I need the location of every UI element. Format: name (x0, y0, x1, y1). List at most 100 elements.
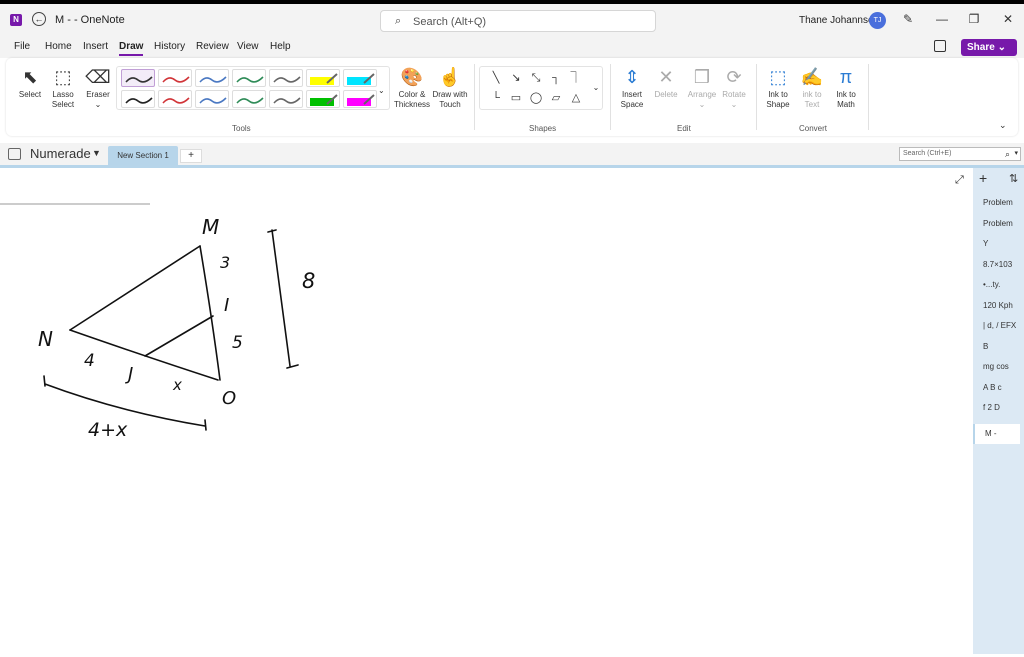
pen-swatch[interactable] (306, 90, 340, 108)
page-list-item[interactable]: Problem (983, 219, 1013, 228)
page-list-item[interactable]: 8.7×103 (983, 260, 1012, 269)
menu-view[interactable]: View (237, 41, 259, 52)
search-box[interactable]: ⌕ Search (Alt+Q) (380, 10, 656, 32)
ellipse-shape-icon[interactable]: ◯ (528, 91, 544, 105)
pen-swatch[interactable] (158, 69, 192, 87)
select-tool-button[interactable]: ⬉ Select (16, 64, 44, 100)
page-list-item[interactable]: •...ty. (983, 280, 1000, 289)
label-i: I (224, 295, 229, 316)
page-list-item[interactable]: | d, / EFX (983, 321, 1016, 330)
parallelogram-shape-icon[interactable]: ▱ (548, 91, 564, 105)
menu-draw[interactable]: Draw (119, 41, 144, 56)
ink-drawing: M N O I J 3 5 8 4 x 4+x (0, 203, 315, 441)
page-list-item[interactable]: A B c (983, 383, 1002, 392)
page-list-item[interactable]: f 2 D (983, 403, 1000, 412)
delete-button[interactable]: ✕ Delete (650, 64, 682, 100)
expand-icon[interactable]: ⤢ (955, 174, 964, 187)
draw-with-touch-button[interactable]: ☝ Draw with Touch (430, 64, 470, 110)
menu-history[interactable]: History (154, 41, 185, 52)
notebook-name[interactable]: Numerade (30, 146, 91, 161)
ink-to-text-button[interactable]: ✍ ink to Text (796, 64, 828, 110)
page-list-item[interactable]: mg cos (983, 362, 1009, 371)
chevron-down-icon: ⌄ (997, 42, 1006, 53)
notebook-icon[interactable] (8, 148, 21, 160)
arrange-button[interactable]: ❒ Arrange ⌄ (684, 64, 720, 110)
shapes-gallery: ╲ ↘ ⤡ ┐ ⏋ └ ▭ ◯ ▱ △ ⌄ (479, 66, 603, 110)
notebooks-icon[interactable] (934, 40, 946, 52)
pen-swatch[interactable] (121, 90, 155, 108)
ink-to-math-label-1: Ink to (836, 90, 856, 99)
insert-space-button[interactable]: ⇕ Insert Space (616, 64, 648, 110)
page-list-item[interactable]: 120 Kph (983, 301, 1013, 310)
avatar[interactable]: TJ (869, 12, 886, 29)
label-8: 8 (302, 269, 315, 293)
rotate-button[interactable]: ⟳ Rotate ⌄ (718, 64, 750, 110)
page-search-input[interactable]: Search (Ctrl+E) ⌕ ▾ (899, 147, 1021, 161)
double-arrow-shape-icon[interactable]: ⤡ (528, 71, 544, 85)
collapse-ribbon-icon[interactable]: ⌄ (999, 120, 1007, 131)
add-section-button[interactable]: + (180, 149, 202, 163)
chevron-down-icon[interactable]: ⌄ (378, 86, 385, 95)
elbow-shape-icon[interactable]: ┐ (548, 71, 564, 85)
restore-icon[interactable]: ❐ (964, 12, 984, 26)
pen-gallery (116, 66, 390, 110)
back-arrow-icon[interactable]: ← (32, 12, 46, 26)
sort-icon[interactable]: ⇅ (1009, 172, 1018, 185)
pen-icon[interactable]: ✎ (903, 12, 913, 26)
pen-swatch[interactable] (269, 69, 303, 87)
menu-file[interactable]: File (14, 41, 30, 52)
menu-help[interactable]: Help (270, 41, 291, 52)
note-canvas[interactable]: M N O I J 3 5 8 4 x 4+x (0, 168, 973, 654)
arrow-shape-icon[interactable]: ↘ (508, 71, 524, 85)
pen-swatch[interactable] (232, 90, 266, 108)
convert-group-label: Convert (799, 124, 828, 133)
pen-swatch[interactable] (343, 69, 377, 87)
corner-shape-icon[interactable]: └ (488, 91, 504, 105)
pen-swatch[interactable] (158, 90, 192, 108)
menu-insert[interactable]: Insert (83, 41, 108, 52)
label-n: N (38, 327, 53, 351)
ink-to-math-button[interactable]: π Ink to Math (830, 64, 862, 110)
delete-icon: ✕ (658, 67, 674, 87)
title-bar: N ← M - - OneNote ⌕ Search (Alt+Q) Thane… (0, 4, 1024, 36)
pen-swatch[interactable] (343, 90, 377, 108)
rotate-label: Rotate (722, 90, 746, 99)
lasso-select-button[interactable]: ⬚ Lasso Select (49, 64, 77, 110)
page-list-item[interactable]: B (983, 342, 988, 351)
page-list-item[interactable]: Problem (983, 198, 1013, 207)
edit-group-label: Edit (677, 124, 691, 133)
add-page-icon[interactable]: + (979, 170, 987, 186)
label-x: x (172, 376, 182, 394)
tab-new-section-1[interactable]: New Section 1 (108, 146, 178, 165)
chevron-down-icon[interactable]: ⌄ (588, 81, 604, 95)
minimize-icon[interactable]: — (932, 12, 952, 26)
user-name[interactable]: Thane Johannsen (799, 15, 879, 26)
triangle-shape-icon[interactable]: △ (568, 91, 584, 105)
chevron-down-icon: ▾ (1014, 150, 1018, 157)
page-list-item[interactable]: Y (983, 239, 988, 248)
line-shape-icon[interactable]: ╲ (488, 71, 504, 85)
label-5: 5 (232, 333, 243, 353)
menu-home[interactable]: Home (45, 41, 72, 52)
window-title: M - - OneNote (55, 14, 125, 26)
rectangle-shape-icon[interactable]: ▭ (508, 91, 524, 105)
eraser-button[interactable]: ⌫ Eraser ⌄ (84, 64, 112, 110)
pen-swatch[interactable] (232, 69, 266, 87)
color-thickness-button[interactable]: 🎨 Color & Thickness (394, 64, 430, 110)
share-button[interactable]: Share ⌄ (961, 39, 1017, 56)
rotate-icon: ⟳ (726, 67, 742, 87)
divider (756, 64, 757, 130)
draw-touch-label-1: Draw with (432, 90, 468, 99)
menu-review[interactable]: Review (196, 41, 229, 52)
pen-swatch[interactable] (306, 69, 340, 87)
ink-to-shape-button[interactable]: ⬚ Ink to Shape (762, 64, 794, 110)
pen-swatch[interactable] (121, 69, 155, 87)
pen-swatch[interactable] (269, 90, 303, 108)
chevron-down-icon[interactable]: ▼ (92, 148, 101, 158)
close-icon[interactable]: ✕ (998, 12, 1018, 26)
pen-swatch[interactable] (195, 90, 229, 108)
pen-swatch[interactable] (195, 69, 229, 87)
page-list-item[interactable]: M - (973, 423, 1020, 444)
page-search-placeholder: Search (Ctrl+E) (903, 150, 952, 157)
elbow-arrow-shape-icon[interactable]: ⏋ (568, 71, 584, 85)
